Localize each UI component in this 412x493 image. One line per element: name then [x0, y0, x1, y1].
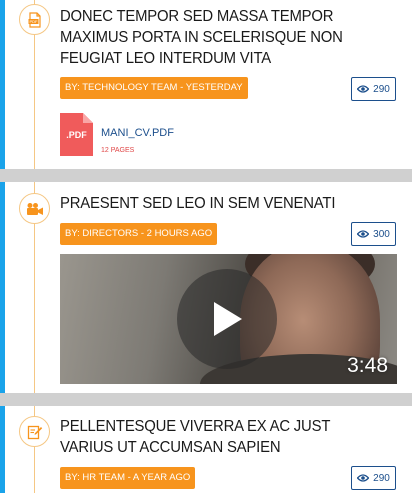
views-counter: 290: [351, 466, 396, 490]
edit-icon: [19, 416, 50, 447]
views-count: 290: [373, 472, 390, 484]
feed-separator: [0, 169, 412, 182]
feed-item-pdf[interactable]: PDF Donec tempor sed massa tempor maximu…: [0, 0, 412, 169]
feed-separator: [0, 393, 412, 406]
post-title[interactable]: Pellentesque viverra ex ac just varius u…: [60, 416, 386, 458]
svg-text:PDF: PDF: [29, 19, 38, 24]
views-counter: 300: [351, 222, 396, 246]
pdf-badge-label: .PDF: [66, 130, 87, 140]
post-title[interactable]: Praesent sed leo in sem venenati: [60, 193, 386, 214]
file-name[interactable]: MANI_CV.PDF: [101, 127, 174, 139]
views-count: 290: [373, 83, 390, 95]
play-icon: [214, 302, 242, 336]
author-time-badge: By: Technology Team - Yesterday: [60, 77, 248, 99]
file-page-count: 12 Pages: [101, 147, 135, 154]
pdf-attachment[interactable]: .PDF MANI_CV.PDF 12 Pages: [60, 113, 260, 157]
item-accent-bar: [0, 0, 5, 169]
item-accent-bar: [0, 182, 5, 393]
feed-item-video[interactable]: Praesent sed leo in sem venenati By: Dir…: [0, 182, 412, 393]
video-duration: 3:48: [347, 354, 388, 377]
video-player[interactable]: 3:48: [60, 254, 397, 384]
item-accent-bar: [0, 406, 5, 493]
feed-item-post[interactable]: Pellentesque viverra ex ac just varius u…: [0, 406, 412, 493]
views-counter: 290: [351, 77, 396, 101]
play-button[interactable]: [177, 269, 277, 369]
pdf-file-icon: PDF: [19, 4, 50, 35]
author-time-badge: By: Directors - 2 hours ago: [60, 223, 218, 245]
post-title[interactable]: Donec tempor sed massa tempor maximus po…: [60, 6, 386, 69]
eye-icon: [357, 85, 370, 93]
author-time-badge: By: HR Team - A year ago: [60, 467, 196, 489]
video-camera-icon: [19, 193, 50, 224]
eye-icon: [357, 230, 370, 238]
eye-icon: [357, 474, 370, 482]
views-count: 300: [373, 228, 390, 240]
pdf-document-icon: .PDF: [60, 113, 93, 156]
